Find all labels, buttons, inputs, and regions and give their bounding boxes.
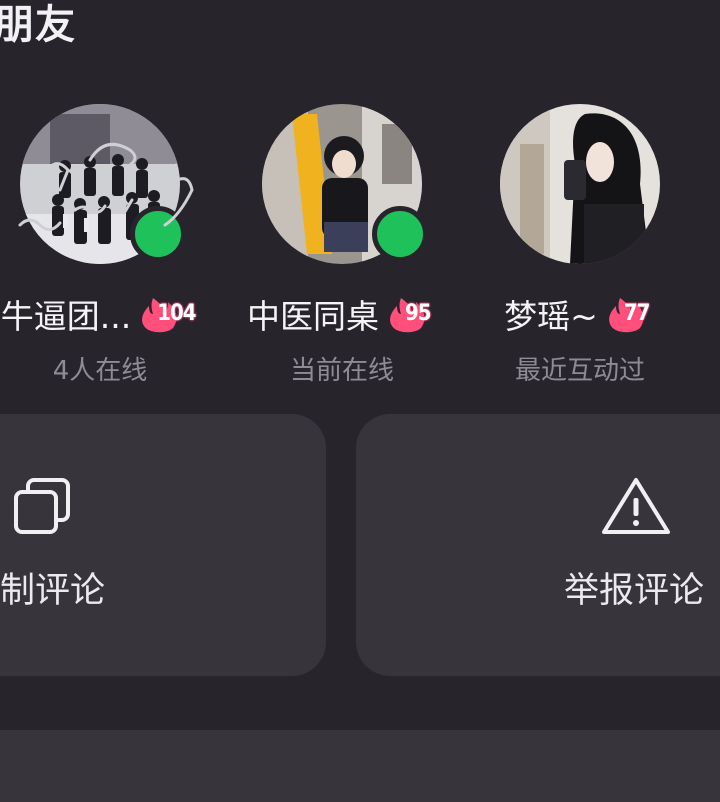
warning-icon <box>602 478 670 534</box>
streak-count: 95 <box>405 301 432 326</box>
bottom-panel <box>0 730 720 802</box>
share-panel: 朋友 牛逼团... 104 4人在线 中医同桌 95 当前在线 梦瑶~ 77 最… <box>0 0 720 802</box>
friend-item-1[interactable]: 牛逼团... 104 4人在线 <box>0 100 220 400</box>
friend-name: 牛逼团... <box>0 297 132 336</box>
selfie-photo <box>500 104 660 264</box>
friend-name: 梦瑶~ <box>504 297 598 336</box>
friend-avatar-wrap[interactable] <box>20 104 186 264</box>
copy-comment-label: 制评论 <box>0 571 106 611</box>
friend-name-row: 牛逼团... 104 <box>0 290 220 338</box>
friend-name: 中医同桌 <box>247 297 379 336</box>
copy-icon <box>14 478 70 534</box>
copy-comment-card[interactable]: 制评论 <box>0 414 326 676</box>
friend-status: 最近互动过 <box>514 356 645 386</box>
streak-badge: 104 <box>139 294 199 334</box>
friend-name-row: 中医同桌 95 <box>222 290 462 338</box>
streak-count: 104 <box>157 301 196 326</box>
friend-name-row: 梦瑶~ 77 <box>460 290 700 338</box>
friend-avatar-wrap[interactable] <box>500 104 660 264</box>
streak-badge: 95 <box>387 294 437 334</box>
avatar[interactable] <box>500 104 660 264</box>
online-indicator <box>130 206 186 262</box>
friend-item-3[interactable]: 梦瑶~ 77 最近互动过 <box>460 100 700 400</box>
section-title: 朋友 <box>0 2 76 48</box>
online-indicator <box>372 206 428 262</box>
streak-count: 77 <box>623 301 651 326</box>
friend-avatar-wrap[interactable] <box>262 104 428 264</box>
report-comment-label: 举报评论 <box>564 571 705 611</box>
friend-item-2[interactable]: 中医同桌 95 当前在线 <box>222 100 462 400</box>
friend-status: 当前在线 <box>289 356 394 386</box>
report-comment-card[interactable]: 举报评论 <box>356 414 720 676</box>
friend-status: 4人在线 <box>52 356 148 386</box>
streak-badge: 77 <box>606 294 656 334</box>
